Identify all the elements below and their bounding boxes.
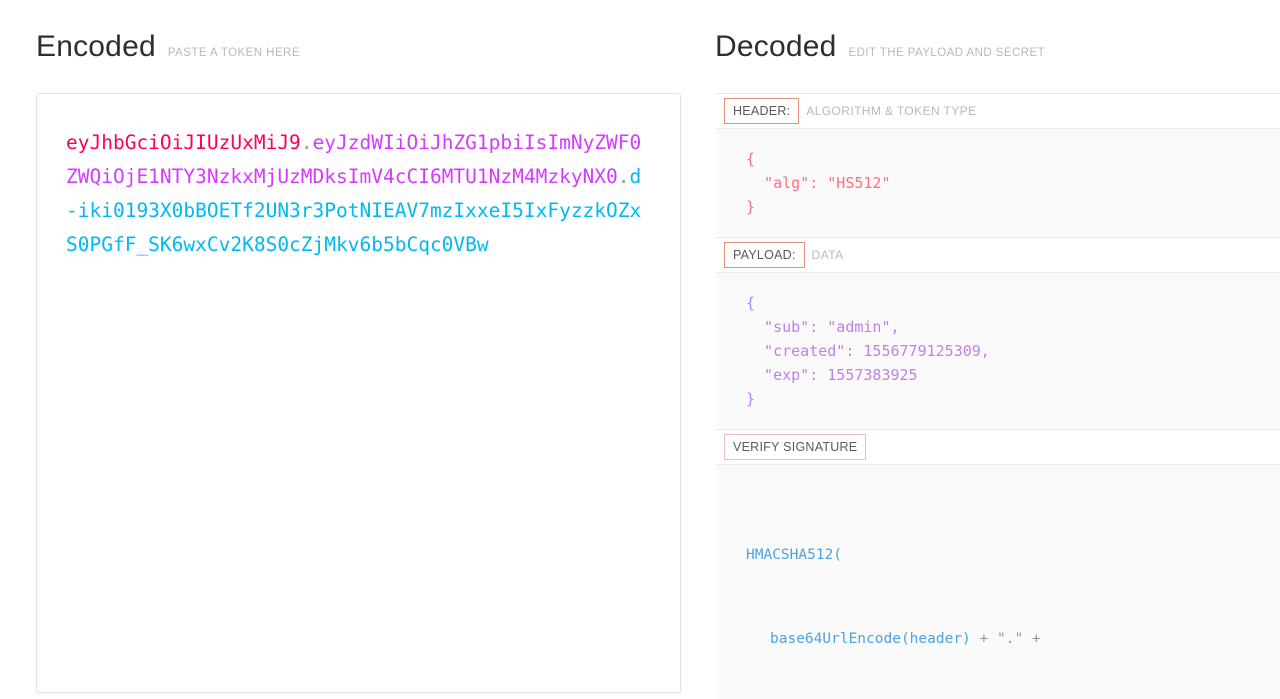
encoded-heading: Encoded PASTE A TOKEN HERE	[36, 32, 300, 62]
base64url-encode-header: base64UrlEncode(header)	[770, 631, 971, 647]
token-separator-1: .	[300, 131, 313, 154]
encoded-token-text[interactable]: eyJhbGciOiJIUzUxMiJ9.eyJzdWIiOiJhZG1pbiI…	[37, 94, 680, 262]
decoded-heading: Decoded EDIT THE PAYLOAD AND SECRET	[715, 32, 1045, 62]
encoded-subtitle: PASTE A TOKEN HERE	[167, 47, 300, 59]
signature-algorithm-line: HMACSHA512(	[746, 547, 843, 563]
payload-json-editor[interactable]: { "sub": "admin", "created": 15567791253…	[716, 273, 1280, 429]
header-hint: ALGORITHM & TOKEN TYPE	[806, 104, 977, 118]
decoded-payload-section: PAYLOAD: DATA { "sub": "admin", "created…	[716, 238, 1280, 430]
encoded-title: Encoded	[36, 30, 156, 63]
header-badge: HEADER:	[724, 98, 800, 124]
payload-badge: PAYLOAD:	[724, 242, 805, 268]
decoded-subtitle: EDIT THE PAYLOAD AND SECRET	[848, 47, 1046, 59]
decoded-title: Decoded	[715, 30, 837, 63]
signature-formula: HMACSHA512( base64UrlEncode(header) + ".…	[716, 465, 1280, 699]
signature-header-line: base64UrlEncode(header) + "." +	[746, 625, 1280, 653]
plus-operator-1: +	[979, 631, 989, 647]
payload-hint: DATA	[811, 248, 844, 262]
decoded-header-section: HEADER: ALGORITHM & TOKEN TYPE { "alg": …	[716, 94, 1280, 238]
header-json-editor[interactable]: { "alg": "HS512" }	[716, 129, 1280, 237]
jwt-debugger-page: Encoded PASTE A TOKEN HERE eyJhbGciOiJIU…	[0, 0, 1280, 699]
payload-label-row: PAYLOAD: DATA	[716, 238, 1280, 273]
verify-label-row: VERIFY SIGNATURE	[716, 430, 1280, 465]
encoded-token-box[interactable]: eyJhbGciOiJIUzUxMiJ9.eyJzdWIiOiJhZG1pbiI…	[36, 93, 681, 693]
verify-signature-badge: VERIFY SIGNATURE	[724, 434, 867, 460]
token-separator-2: .	[617, 165, 630, 188]
plus-operator-2: +	[1031, 631, 1041, 647]
decoded-panel: HEADER: ALGORITHM & TOKEN TYPE { "alg": …	[716, 93, 1280, 699]
header-label-row: HEADER: ALGORITHM & TOKEN TYPE	[716, 94, 1280, 129]
decoded-verify-section: VERIFY SIGNATURE HMACSHA512( base64UrlEn…	[716, 430, 1280, 699]
token-header-part: eyJhbGciOiJIUzUxMiJ9	[66, 131, 301, 154]
dot-literal: "."	[997, 631, 1024, 647]
